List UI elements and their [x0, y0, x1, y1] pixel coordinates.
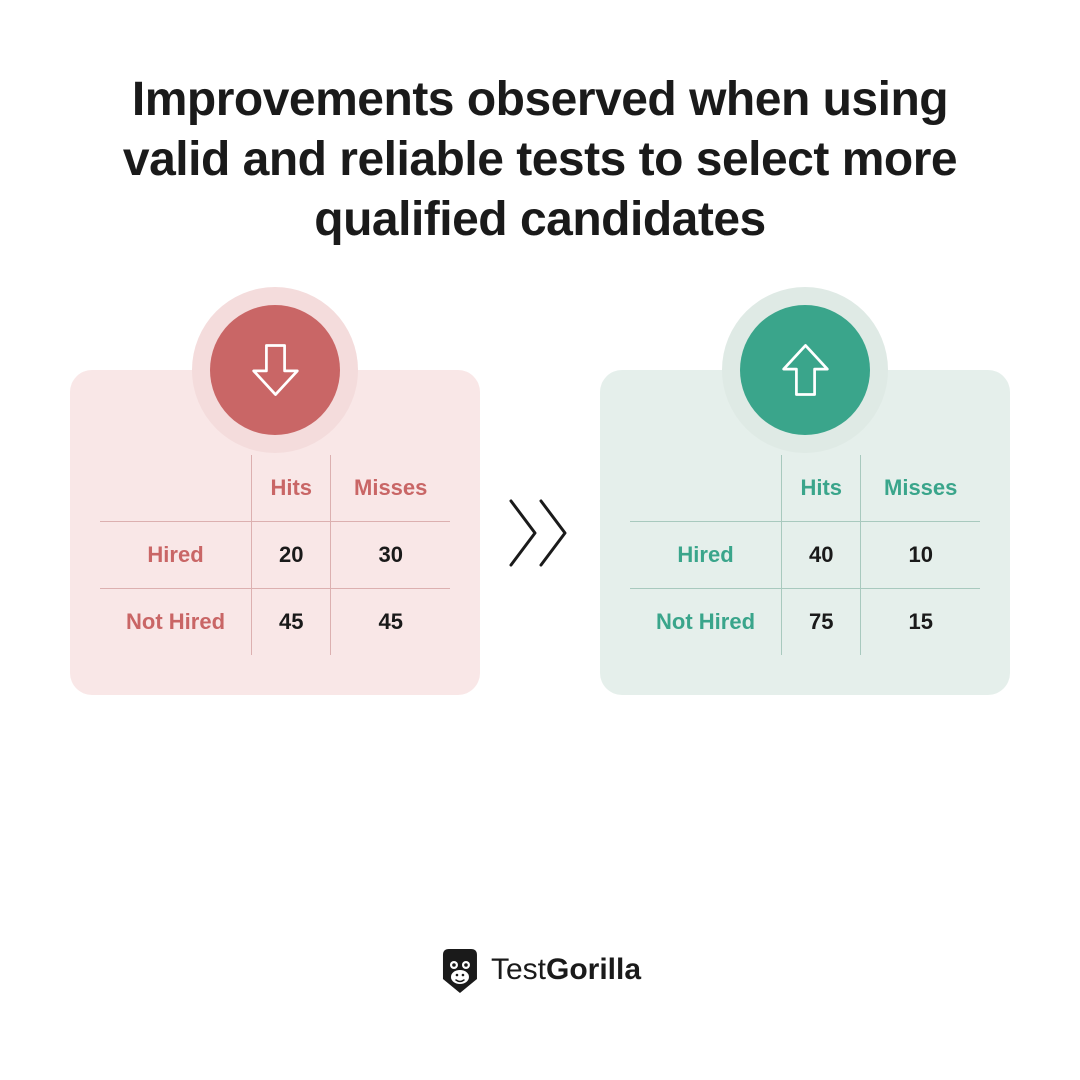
- up-badge: [740, 305, 870, 435]
- col-misses: Misses: [331, 455, 450, 522]
- before-hired-misses: 30: [331, 522, 450, 589]
- before-nothired-hits: 45: [252, 589, 331, 656]
- chevron-right-double-icon: [505, 493, 575, 573]
- title-part-1: Improvements observed when using: [132, 73, 948, 126]
- after-card: HitsMisses Hired4010 Not Hired7515: [600, 370, 1010, 695]
- before-hired-hits: 20: [252, 522, 331, 589]
- before-nothired-misses: 45: [331, 589, 450, 656]
- col-hits: Hits: [782, 455, 861, 522]
- after-nothired-misses: 15: [861, 589, 980, 656]
- before-card: HitsMisses Hired2030 Not Hired4545: [70, 370, 480, 695]
- after-nothired-hits: 75: [782, 589, 861, 656]
- after-hired-hits: 40: [782, 522, 861, 589]
- comparison-row: HitsMisses Hired2030 Not Hired4545 HitsM…: [70, 370, 1010, 695]
- arrow-up-icon: [778, 340, 833, 400]
- col-misses: Misses: [861, 455, 980, 522]
- brand-name: TestGorilla: [491, 953, 641, 987]
- after-table: HitsMisses Hired4010 Not Hired7515: [630, 455, 980, 655]
- row-hired: Hired: [630, 522, 782, 589]
- gorilla-icon: [439, 945, 481, 995]
- before-table: HitsMisses Hired2030 Not Hired4545: [100, 455, 450, 655]
- brand-b: Gorilla: [546, 953, 641, 986]
- row-nothired: Not Hired: [100, 589, 252, 656]
- brand-a: Test: [491, 953, 546, 986]
- title-part-2: valid and reliable tests to select more …: [123, 133, 957, 246]
- down-badge: [210, 305, 340, 435]
- row-nothired: Not Hired: [630, 589, 782, 656]
- after-hired-misses: 10: [861, 522, 980, 589]
- row-hired: Hired: [100, 522, 252, 589]
- transition-arrows: [505, 493, 575, 573]
- arrow-down-icon: [248, 340, 303, 400]
- infographic: Improvements observed when using valid a…: [0, 0, 1080, 1080]
- col-hits: Hits: [252, 455, 331, 522]
- page-title: Improvements observed when using valid a…: [90, 70, 990, 250]
- brand-logo: TestGorilla: [439, 945, 641, 995]
